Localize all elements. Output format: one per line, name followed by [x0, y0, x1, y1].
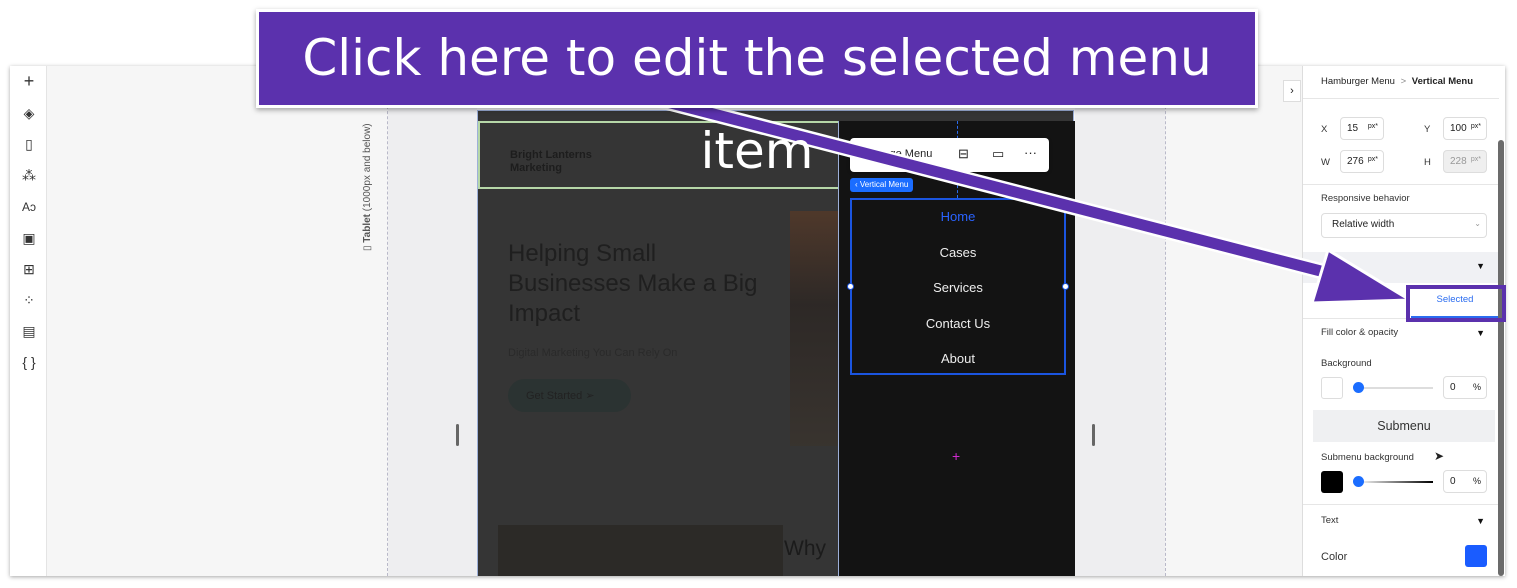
arrow-head [1309, 247, 1416, 305]
highlight-box [1406, 285, 1506, 322]
callout-banner: Click here to edit the selected menu ite… [256, 9, 1258, 180]
